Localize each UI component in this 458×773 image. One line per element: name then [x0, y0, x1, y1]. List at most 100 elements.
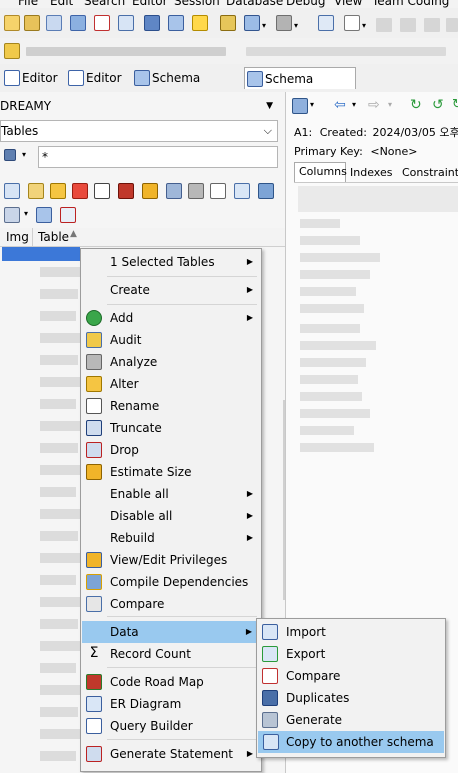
refresh-icon[interactable] — [4, 183, 20, 199]
sql-icon[interactable] — [94, 183, 110, 199]
menu-item-create[interactable]: Create ▶ — [81, 279, 261, 301]
tab-indexes[interactable]: Indexes — [350, 164, 392, 182]
rename-icon — [86, 398, 102, 414]
menu-item-selected-tables[interactable]: 1 Selected Tables ▶ — [81, 251, 261, 273]
refresh-all-icon[interactable]: ↺ — [432, 97, 444, 113]
back-arrow-icon[interactable]: ⇦ — [334, 97, 346, 113]
network-icon[interactable] — [276, 15, 292, 31]
roadmap-icon[interactable] — [118, 183, 134, 199]
menu-item-label: ER Diagram — [110, 697, 182, 711]
refresh-icon[interactable]: ↻ — [410, 97, 422, 113]
chevron-down-icon[interactable]: ▾ — [310, 100, 314, 109]
menu-item-disable-all[interactable]: Disable all ▶ — [81, 505, 261, 527]
menu-item-query-builder[interactable]: Query Builder — [81, 715, 261, 737]
menu-item-estimate-size[interactable]: Estimate Size — [81, 461, 261, 483]
menu-file[interactable]: File — [18, 0, 38, 8]
chevron-down-icon[interactable]: ▾ — [362, 21, 366, 30]
menu-item-rebuild[interactable]: Rebuild ▶ — [81, 527, 261, 549]
create-icon[interactable] — [28, 183, 44, 199]
menu-item-record-count[interactable]: Σ Record Count — [81, 643, 261, 665]
pencil-icon[interactable] — [50, 183, 66, 199]
menu-item-er-diagram[interactable]: ER Diagram — [81, 693, 261, 715]
sync-icon[interactable]: ↻ — [452, 97, 458, 112]
tab-schema-browser-1[interactable]: Schema Browser — [132, 67, 238, 107]
session-icon[interactable] — [144, 15, 160, 31]
menu-item-compare[interactable]: Compare — [81, 593, 261, 615]
window-icon[interactable] — [118, 15, 134, 31]
menu-view[interactable]: View — [334, 0, 362, 8]
menu-team-coding[interactable]: Team Coding — [372, 0, 449, 8]
sql-icon[interactable] — [94, 15, 110, 31]
lightning-icon[interactable] — [192, 15, 208, 31]
search-icon[interactable] — [220, 15, 236, 31]
object-type-select[interactable]: Tables ⌵ — [0, 120, 278, 142]
menu-editor[interactable]: Editor — [132, 0, 168, 8]
tab-editor-1[interactable]: Editor — [2, 67, 62, 89]
table-icon[interactable] — [70, 15, 86, 31]
menu-edit[interactable]: Edit — [50, 0, 73, 8]
submenu-item-duplicates[interactable]: Duplicates — [257, 687, 445, 709]
submenu-item-compare[interactable]: Compare — [257, 665, 445, 687]
tab-constraints[interactable]: Constraints — [402, 164, 458, 182]
submenu-item-import[interactable]: Import — [257, 621, 445, 643]
table-grid-icon[interactable] — [234, 183, 250, 199]
filter-dropdown[interactable]: ▾ — [2, 149, 32, 165]
compile-icon[interactable] — [258, 183, 274, 199]
schema-browser-icon[interactable] — [46, 15, 62, 31]
col-table-header[interactable]: Table — [38, 230, 69, 244]
tab-columns[interactable]: Columns — [294, 162, 347, 182]
menu-item-analyze[interactable]: Analyze — [81, 351, 261, 373]
menu-item-generate-statement[interactable]: Generate Statement ▶ — [81, 743, 261, 765]
menu-database[interactable]: Database — [226, 0, 283, 8]
menu-item-audit[interactable]: Audit — [81, 329, 261, 351]
menu-item-compile-dependencies[interactable]: Compile Dependencies — [81, 571, 261, 593]
plsql-icon[interactable] — [344, 15, 360, 31]
tab-schema-browser-2[interactable]: Schema Browser — [244, 67, 356, 108]
submenu-item-copy-to-another-schema[interactable]: Copy to another schema — [258, 731, 444, 753]
action-icon[interactable] — [292, 98, 308, 114]
menu-item-add[interactable]: Add ▶ — [81, 307, 261, 329]
export-icon[interactable] — [36, 207, 52, 223]
chevron-down-icon[interactable]: ▾ — [388, 100, 392, 109]
users-icon[interactable] — [166, 183, 182, 199]
drop-icon[interactable] — [72, 183, 88, 199]
schema-select[interactable]: DREAMY ▼ — [0, 96, 278, 118]
menu-item-truncate[interactable]: Truncate — [81, 417, 261, 439]
menu-item-data[interactable]: Data ▶ — [82, 621, 260, 643]
rename-icon[interactable] — [210, 183, 226, 199]
submenu-item-generate[interactable]: Generate — [257, 709, 445, 731]
chevron-down-icon[interactable]: ▾ — [294, 21, 298, 30]
menu-session[interactable]: Session — [174, 0, 220, 8]
chevron-down-icon[interactable]: ▾ — [24, 209, 28, 218]
open-icon[interactable] — [24, 15, 40, 31]
tab-editor-2[interactable]: Editor — [66, 67, 126, 89]
submenu-arrow-icon: ▶ — [246, 313, 253, 322]
delete-icon[interactable] — [60, 207, 76, 223]
chevron-down-icon[interactable]: ▾ — [262, 21, 266, 30]
report-icon[interactable] — [168, 15, 184, 31]
menu-item-view-edit-privileges[interactable]: View/Edit Privileges — [81, 549, 261, 571]
menu-search[interactable]: Search — [84, 0, 125, 8]
filter-icon[interactable] — [4, 207, 20, 223]
menu-item-enable-all[interactable]: Enable all ▶ — [81, 483, 261, 505]
chevron-down-icon[interactable]: ▼ — [266, 96, 273, 116]
submenu-item-export[interactable]: Export — [257, 643, 445, 665]
menu-item-rename[interactable]: Rename — [81, 395, 261, 417]
filter-input[interactable]: * — [38, 146, 278, 168]
col-img-header[interactable]: Img — [6, 230, 29, 244]
menu-item-code-road-map[interactable]: Code Road Map — [81, 671, 261, 693]
menu-item-alter[interactable]: Alter — [81, 373, 261, 395]
connection-icon[interactable] — [4, 43, 20, 59]
menu-item-drop[interactable]: Drop — [81, 439, 261, 461]
new-editor-icon[interactable] — [4, 15, 20, 31]
monitor-icon[interactable] — [244, 15, 260, 31]
chevron-down-icon[interactable]: ⌵ — [264, 121, 272, 141]
submenu-item-label: Import — [286, 625, 326, 639]
calculator-icon[interactable] — [188, 183, 204, 199]
menu-debug[interactable]: Debug — [286, 0, 325, 8]
privileges-icon[interactable] — [142, 183, 158, 199]
forward-arrow-icon[interactable]: ⇨ — [368, 97, 380, 113]
selected-table-row[interactable] — [2, 247, 80, 261]
chevron-down-icon[interactable]: ▾ — [352, 100, 356, 109]
chart-window-icon[interactable] — [318, 15, 334, 31]
